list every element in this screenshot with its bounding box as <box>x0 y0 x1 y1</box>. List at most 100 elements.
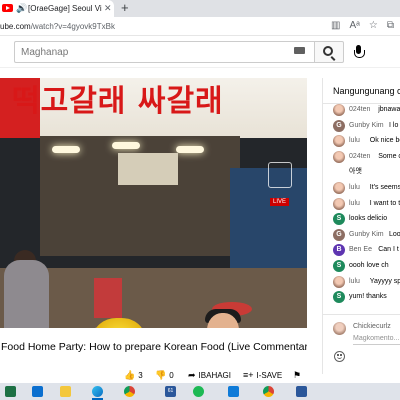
video-scene-light <box>112 142 140 149</box>
url-host: ube.com <box>0 22 31 31</box>
chat-author: Gunby Kim <box>349 230 384 238</box>
chat-message[interactable]: 024ten jbnawa <box>333 104 400 116</box>
share-label: IBAHAGI <box>198 371 231 380</box>
excel-icon[interactable] <box>5 386 16 397</box>
chat-avatar: S <box>333 260 345 272</box>
chat-message[interactable]: G Gunby Kim Loo <box>333 228 400 241</box>
url-path: /watch?v=4gyovk9TxBk <box>30 22 115 31</box>
chat-message-text: It's seems <box>369 184 400 191</box>
save-label: I-SAVE <box>256 371 283 380</box>
chat-avatar: S <box>333 291 345 304</box>
chat-message[interactable]: SSoooh love ch <box>333 260 400 272</box>
search-button[interactable] <box>314 41 344 63</box>
share-button[interactable]: ➦ IBAHAGI <box>188 369 231 382</box>
chat-avatar <box>333 182 345 194</box>
chat-message[interactable]: lulu I want to tr <box>333 197 400 210</box>
keyboard-icon[interactable] <box>294 47 305 54</box>
chat-message-text: Some c <box>378 152 400 160</box>
store-icon[interactable] <box>32 386 43 397</box>
chat-author: 024ten <box>349 152 371 160</box>
address-bar-icons: ▥ Aᵃ ☆ ⧉ <box>331 19 394 33</box>
mail-icon[interactable] <box>228 386 239 397</box>
chat-message[interactable]: lulu It's seems <box>333 182 400 194</box>
video-scene-light <box>176 146 204 153</box>
chat-message[interactable]: SSyum! thanks <box>333 291 400 304</box>
tab-title: [OraeGage] Seoul Virtual Tour <box>28 4 102 13</box>
chat-message-text: Can I t <box>378 246 399 254</box>
chat-message-text: Yayyyy spi <box>369 277 400 285</box>
video-sign-text: 떡고갈래 싸갈래 <box>12 84 224 119</box>
user-avatar <box>333 322 346 335</box>
flag-icon: ⚑ <box>293 370 302 380</box>
translate-icon[interactable]: Aᵃ <box>350 19 360 33</box>
chat-avatar <box>333 104 345 116</box>
address-bar[interactable]: ube.com/watch?v=4gyovk9TxBk ▥ Aᵃ ☆ ⧉ <box>0 17 400 36</box>
chat-avatar <box>333 275 345 288</box>
emoji-icon[interactable] <box>334 351 345 362</box>
chat-message[interactable]: G Gunby Kim I lo <box>333 119 400 132</box>
chat-message[interactable]: 024ten Some c <box>333 150 400 163</box>
youtube-favicon-icon <box>2 4 13 12</box>
tab-close-icon[interactable]: ✕ <box>104 3 112 14</box>
chrome-icon[interactable] <box>124 386 135 397</box>
dislike-button[interactable]: 👎 0 <box>155 369 174 382</box>
search-input[interactable] <box>14 41 314 63</box>
chat-author: lulu <box>349 184 360 191</box>
new-tab-icon[interactable]: + <box>121 1 129 15</box>
word-icon[interactable] <box>296 386 307 397</box>
chat-message[interactable]: SSlooks delicio <box>333 213 400 226</box>
dislike-count: 0 <box>169 371 174 380</box>
browser-tab-strip: 🔊 [OraeGage] Seoul Virtual Tour ✕ + <box>0 0 400 17</box>
live-badge: LIVE <box>270 198 290 206</box>
video-player[interactable]: 떡고갈래 싸갈래 LIVE <box>0 78 307 328</box>
calendar-icon[interactable]: 61 <box>165 386 176 397</box>
chat-input[interactable] <box>353 333 400 345</box>
screen: 🔊 [OraeGage] Seoul Virtual Tour ✕ + ube.… <box>0 0 400 400</box>
chat-message[interactable]: lulu Ok nice be <box>333 135 400 148</box>
chat-author: lulu <box>349 137 360 145</box>
microphone-icon[interactable] <box>354 45 365 58</box>
chat-message[interactable]: B Ben Ee Can I t <box>333 244 400 257</box>
chat-mode-dropdown[interactable]: Nangungunang ch <box>333 85 400 97</box>
chat-user-name: Chickiecurlz <box>353 323 391 330</box>
chat-author: lulu <box>349 199 360 207</box>
chat-avatar: S <box>333 213 345 226</box>
chat-avatar: G <box>333 228 345 241</box>
edge-icon[interactable] <box>92 386 103 397</box>
chat-message-text: I lo <box>389 121 399 129</box>
chat-author: lulu <box>349 277 360 285</box>
chat-author: Ben Ee <box>349 246 372 254</box>
browser-tab[interactable]: 🔊 [OraeGage] Seoul Virtual Tour ✕ <box>0 0 114 17</box>
report-button[interactable]: ⚑ <box>293 369 304 382</box>
chat-message-text: yum! thanks <box>349 293 387 301</box>
chat-input-area: Chickiecurlz <box>323 314 400 374</box>
file-explorer-icon[interactable] <box>60 386 71 397</box>
chat-message-text: Ok nice be <box>369 137 400 145</box>
taskbar: 61 <box>0 383 400 400</box>
like-button[interactable]: 👍 3 <box>124 369 143 382</box>
video-actions: 👍 3 👎 0 ➦ IBAHAGI ≡+ I-SAVE ⚑ <box>0 369 310 383</box>
spotify-icon[interactable] <box>193 386 204 397</box>
favorite-star-icon[interactable]: ☆ <box>369 19 378 33</box>
chat-avatar <box>333 150 345 163</box>
speaker-icon[interactable]: 🔊 <box>16 3 27 14</box>
save-playlist-icon: ≡+ <box>243 370 254 380</box>
thumbs-down-icon: 👎 <box>155 370 167 380</box>
chat-message-text: looks delicio <box>349 215 388 223</box>
chat-header: Nangungunang ch <box>323 78 400 104</box>
chat-message-text: I want to tr <box>369 199 400 207</box>
share-icon: ➦ <box>188 370 196 380</box>
chat-message-text: oooh love ch <box>349 262 389 269</box>
url-text[interactable]: ube.com/watch?v=4gyovk9TxBk <box>0 21 115 32</box>
chat-avatar: G <box>333 119 345 132</box>
save-button[interactable]: ≡+ I-SAVE <box>243 369 282 382</box>
chat-message[interactable]: 아앳 <box>333 166 400 178</box>
reader-mode-icon[interactable]: ▥ <box>331 19 340 33</box>
collections-icon[interactable]: ⧉ <box>387 19 394 33</box>
channel-watermark-icon[interactable] <box>268 162 292 188</box>
chrome-icon[interactable] <box>263 386 274 397</box>
chat-message[interactable]: lulu Yayyyy spi <box>333 275 400 288</box>
chat-message-list[interactable]: 024ten jbnawa G Gunby Kim I lo lulu Ok nice be… <box>323 104 400 304</box>
video-scene-vendor <box>4 260 49 328</box>
youtube-header <box>0 36 400 68</box>
